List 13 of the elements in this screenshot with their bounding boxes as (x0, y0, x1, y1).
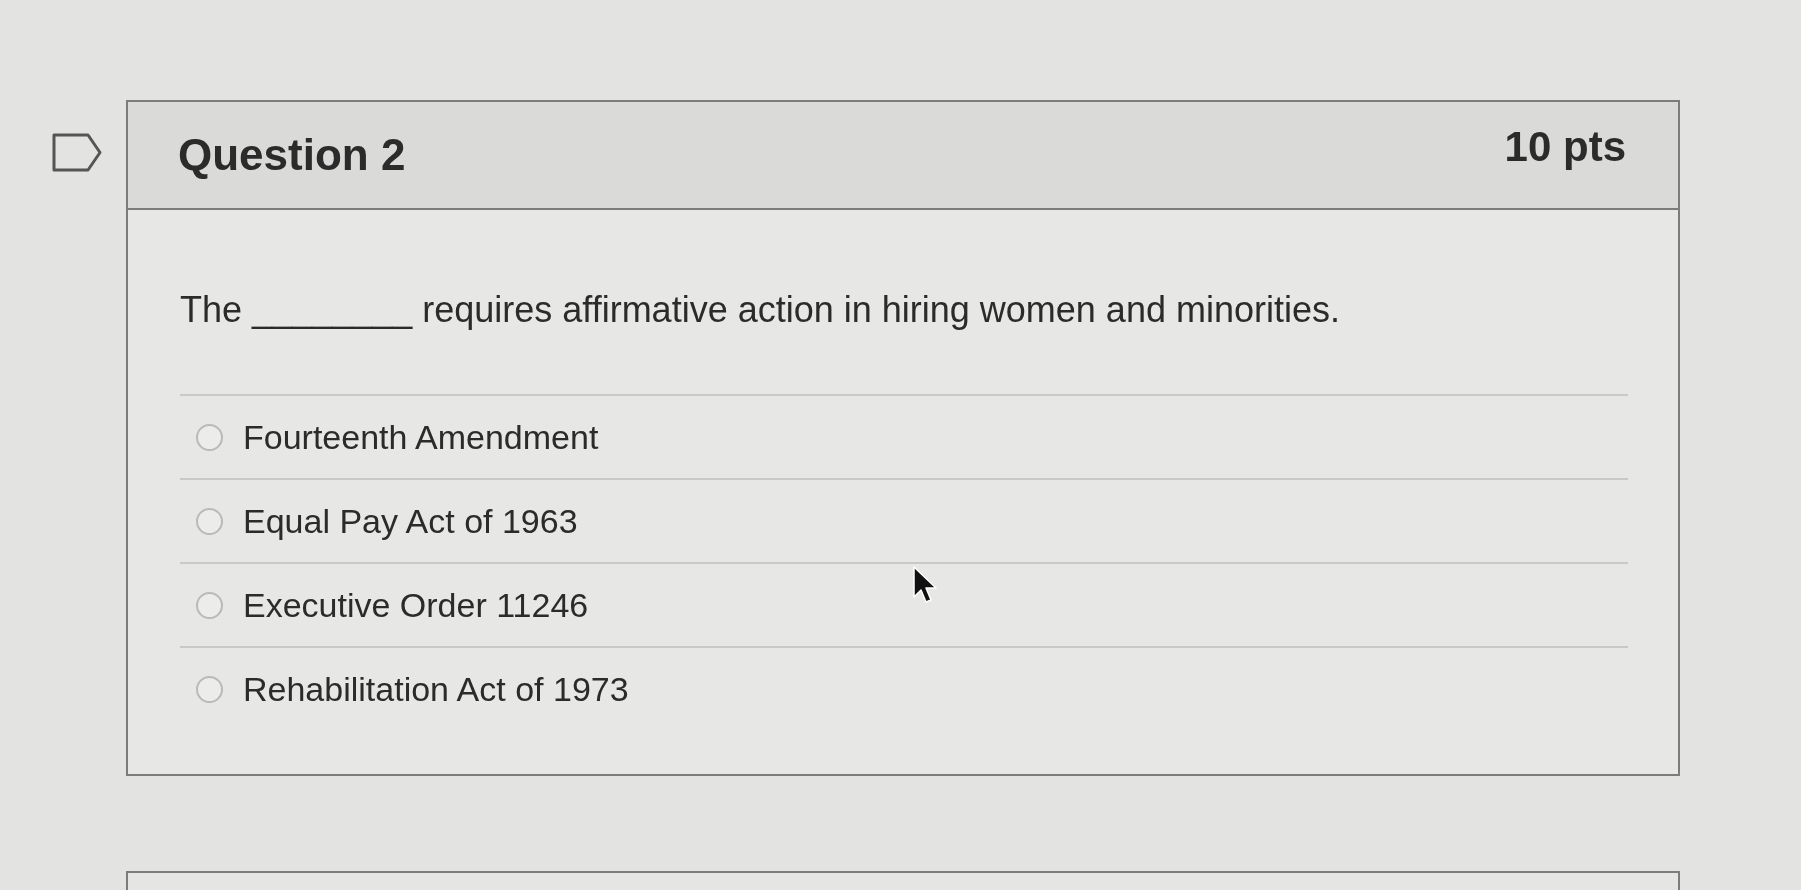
answer-label[interactable]: Rehabilitation Act of 1973 (243, 672, 629, 706)
radio-button[interactable] (196, 675, 223, 703)
radio-button[interactable] (196, 423, 223, 451)
radio-button[interactable] (196, 591, 223, 619)
answer-label[interactable]: Fourteenth Amendment (243, 420, 599, 454)
answer-label[interactable]: Equal Pay Act of 1963 (243, 504, 578, 538)
radio-button[interactable] (196, 507, 223, 535)
mouse-pointer-icon (913, 566, 937, 604)
answer-label[interactable]: Executive Order 11246 (243, 588, 589, 622)
tag-outline-icon[interactable] (52, 133, 102, 172)
points-label: 10 pts (1504, 126, 1626, 168)
question-text: The ________ requires affirmative action in hiring women and minorities. (180, 288, 1341, 332)
question-title: Question 2 (178, 133, 406, 177)
